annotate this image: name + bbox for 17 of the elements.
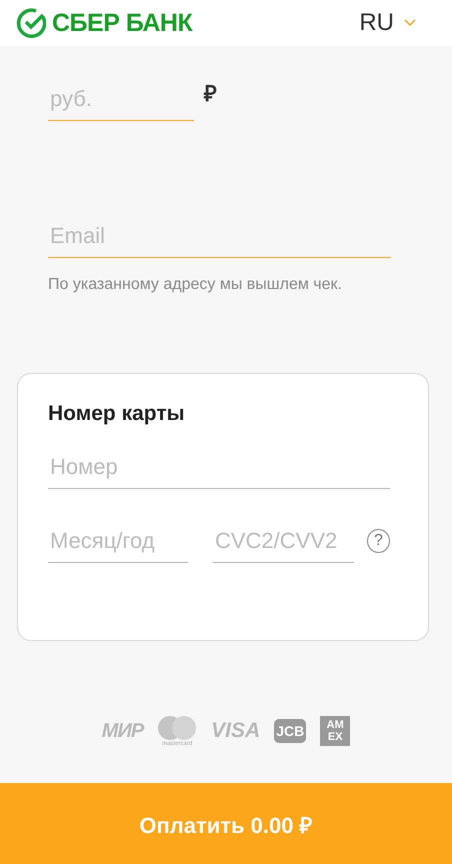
input-field[interactable]: Email	[48, 214, 391, 258]
help-button[interactable]: ?	[366, 529, 390, 553]
email-hint: По указанному адресу мы вышлем чек.	[48, 276, 343, 294]
card-title: Номер карты	[48, 402, 186, 426]
input-field[interactable]: Месяц/год	[48, 519, 188, 563]
input-field[interactable]: CVC2/CVV2	[212, 519, 354, 563]
input-field[interactable]: руб.	[48, 77, 194, 121]
input-field[interactable]: Номер	[48, 445, 390, 489]
chevron-down-icon	[404, 19, 416, 27]
check-circle-icon	[16, 8, 46, 38]
jcb-logo: JCB	[274, 719, 306, 743]
visa-logo: VISA	[211, 719, 260, 743]
mir-logo: МИР	[102, 720, 144, 742]
brand-logo-text: СБЕР БАНК	[52, 8, 192, 38]
ruble-sign: ₽	[204, 80, 217, 107]
language-dropdown[interactable]: RU	[359, 9, 416, 37]
amex-logo: AM EX	[320, 716, 350, 746]
